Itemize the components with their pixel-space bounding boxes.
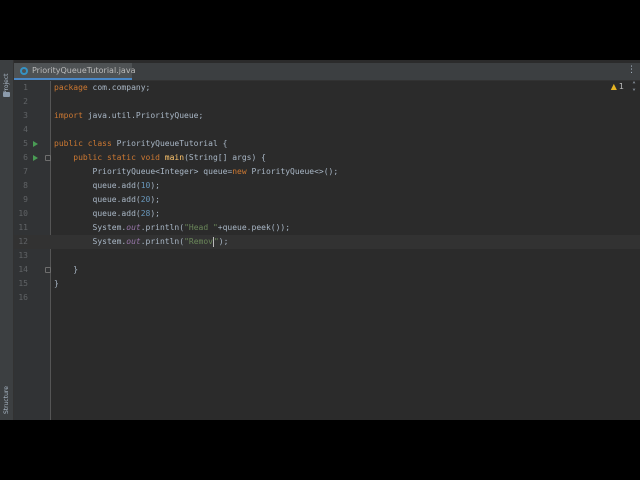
fold-icon[interactable] (45, 267, 51, 273)
code-text: queue.add(20); (54, 195, 160, 204)
code-line[interactable]: 7 PriorityQueue<Integer> queue=new Prior… (14, 165, 640, 179)
code-text: queue.add(10); (54, 181, 160, 190)
line-number: 8 (23, 181, 28, 190)
structure-tool-label: Structure (3, 386, 10, 414)
line-number: 3 (23, 111, 28, 120)
code-line[interactable]: 6 public static void main(String[] args)… (14, 151, 640, 165)
code-line[interactable]: 2 (14, 95, 640, 109)
code-text: PriorityQueue<Integer> queue=new Priorit… (54, 167, 339, 176)
code-line-current[interactable]: 12 System.out.println("Remov"); (14, 235, 640, 249)
run-class-icon[interactable] (33, 141, 38, 147)
tool-window-strip: Project Structure (0, 60, 14, 420)
code-line[interactable]: 5 public class PriorityQueueTutorial { (14, 137, 640, 151)
line-number: 4 (23, 125, 28, 134)
code-text: package com.company; (54, 83, 151, 92)
code-text: System.out.println("Head "+queue.peek())… (54, 223, 291, 232)
line-number: 13 (18, 251, 28, 260)
code-text: public class PriorityQueueTutorial { (54, 139, 228, 148)
line-number: 14 (18, 265, 28, 274)
code-text: } (54, 265, 79, 274)
line-number: 11 (18, 223, 28, 232)
code-line[interactable]: 9 queue.add(20); (14, 193, 640, 207)
line-number: 16 (18, 293, 28, 302)
line-number: 6 (23, 153, 28, 162)
line-number: 7 (23, 167, 28, 176)
code-editor[interactable]: ▲ 1 ˄ ˅ 1 package com.company; 2 3 import… (14, 81, 640, 420)
code-line[interactable]: 13 (14, 249, 640, 263)
run-main-icon[interactable] (33, 155, 38, 161)
code-line[interactable]: 15 } (14, 277, 640, 291)
code-line[interactable]: 8 queue.add(10); (14, 179, 640, 193)
code-line[interactable]: 11 System.out.println("Head "+queue.peek… (14, 221, 640, 235)
code-line[interactable]: 16 (14, 291, 640, 305)
line-number: 1 (23, 83, 28, 92)
code-text: import java.util.PriorityQueue; (54, 111, 204, 120)
fold-icon[interactable] (45, 155, 51, 161)
code-text: queue.add(28); (54, 209, 160, 218)
line-number: 12 (18, 237, 28, 246)
code-line[interactable]: 1 package com.company; (14, 81, 640, 95)
code-text: public static void main(String[] args) { (73, 153, 266, 162)
code-line[interactable]: 10 queue.add(28); (14, 207, 640, 221)
line-number: 15 (18, 279, 28, 288)
code-line[interactable]: 4 (14, 123, 640, 137)
structure-tool-tab[interactable]: Structure (1, 386, 12, 416)
more-tabs-icon[interactable]: ⋮ (627, 65, 636, 75)
ide-window: Project Structure PriorityQueueTutorial.… (0, 60, 640, 420)
folder-icon[interactable] (3, 92, 10, 97)
line-number: 10 (18, 209, 28, 218)
line-number: 2 (23, 97, 28, 106)
java-class-icon (20, 67, 28, 75)
line-number: 5 (23, 139, 28, 148)
line-number: 9 (23, 195, 28, 204)
code-text: } (54, 279, 59, 288)
editor-tab[interactable]: PriorityQueueTutorial.java (14, 63, 136, 80)
code-text: System.out.println("Remov"); (54, 236, 229, 247)
code-line[interactable]: 14 } (14, 263, 640, 277)
project-tool-label: Project (3, 73, 10, 94)
editor-tab-bar: PriorityQueueTutorial.java ⋮ (14, 63, 640, 81)
code-line[interactable]: 3 import java.util.PriorityQueue; (14, 109, 640, 123)
editor-tab-label: PriorityQueueTutorial.java (32, 66, 136, 75)
